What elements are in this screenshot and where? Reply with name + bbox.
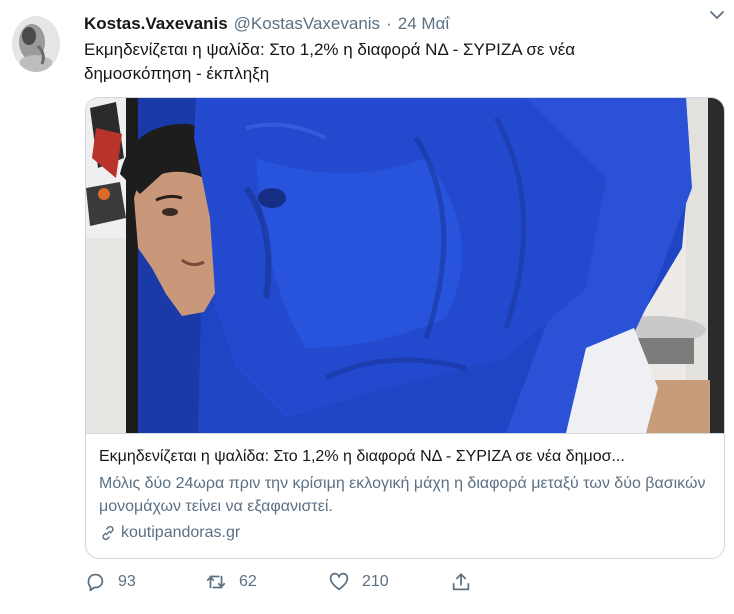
tweet-header: Kostas.Vaxevanis @KostasVaxevanis · 24 Μ… [84, 12, 722, 36]
avatar-image [12, 16, 60, 72]
separator-dot: · [386, 14, 392, 33]
tweet-actions: 93 62 210 [84, 568, 484, 596]
card-description: Μόλις δύο 24ωρα πριν την κρίσιμη εκλογικ… [99, 475, 706, 515]
reply-button[interactable]: 93 [84, 571, 136, 593]
link-card[interactable]: Εκμηδενίζεται η ψαλίδα: Στο 1,2% η διαφο… [85, 97, 725, 559]
reply-icon [87, 573, 104, 592]
retweet-icon [206, 575, 226, 589]
reply-count: 93 [118, 573, 136, 590]
more-options-button[interactable] [706, 4, 728, 26]
card-title[interactable]: Εκμηδενίζεται η ψαλίδα: Στο 1,2% η διαφο… [99, 446, 711, 468]
author-name[interactable]: Kostas.Vaxevanis [84, 14, 228, 34]
tweet[interactable]: Kostas.Vaxevanis @KostasVaxevanis · 24 Μ… [0, 0, 734, 614]
card-body[interactable]: Εκμηδενίζεται η ψαλίδα: Στο 1,2% η διαφο… [86, 433, 724, 558]
retweet-button[interactable]: 62 [205, 571, 257, 593]
like-count: 210 [362, 573, 389, 590]
share-icon [452, 573, 470, 591]
card-domain-text: koutipandoras.gr [121, 524, 241, 541]
author-handle[interactable]: @KostasVaxevanis [234, 14, 380, 34]
tweet-text: Εκμηδενίζεται η ψαλίδα: Στο 1,2% η διαφο… [84, 40, 576, 83]
share-button[interactable] [450, 571, 472, 593]
card-image[interactable] [86, 98, 724, 433]
like-button[interactable]: 210 [328, 571, 389, 593]
heart-icon [329, 572, 349, 591]
link-icon [102, 525, 114, 541]
tweet-date[interactable]: 24 Μαΐ [398, 14, 449, 34]
chevron-down-icon [710, 11, 724, 19]
avatar[interactable] [12, 16, 60, 72]
card-domain[interactable]: koutipandoras.gr [99, 522, 711, 544]
retweet-count: 62 [239, 573, 257, 590]
